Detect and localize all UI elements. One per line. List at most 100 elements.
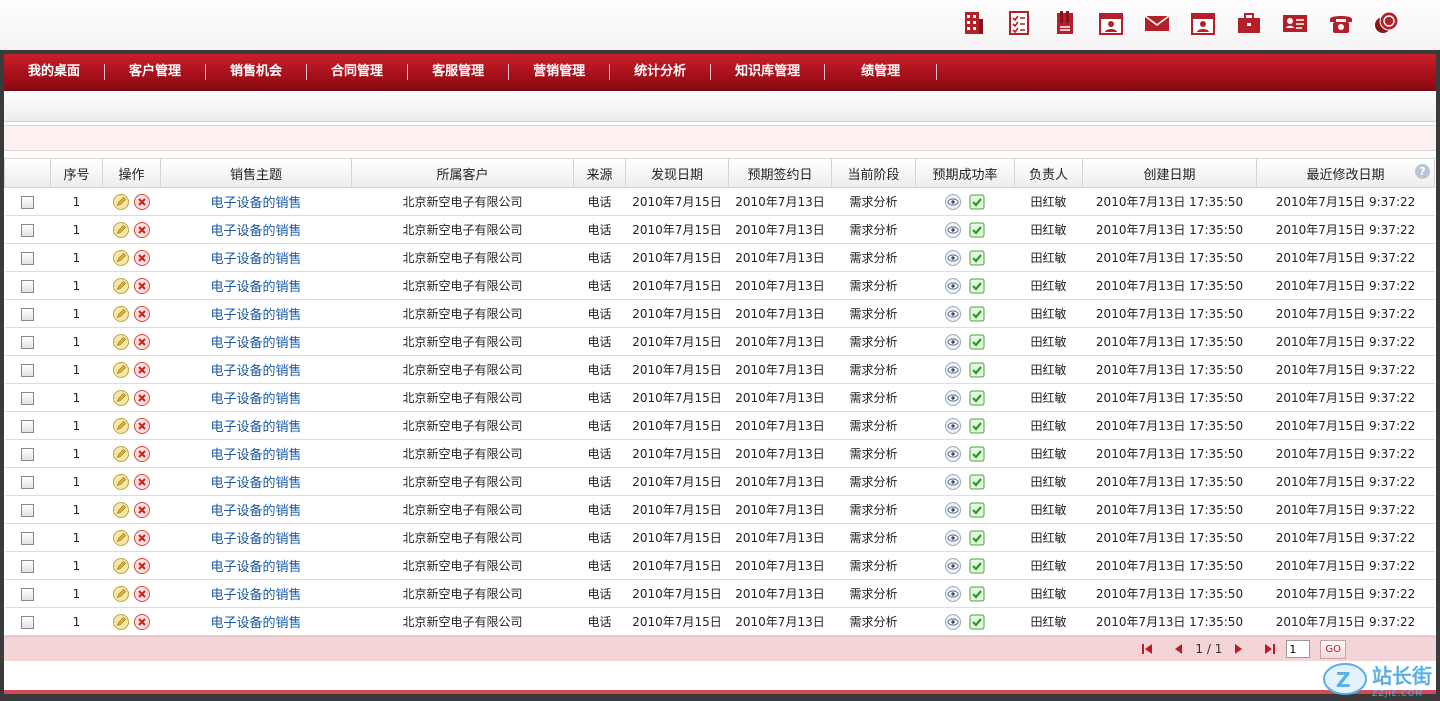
edit-pencil-icon[interactable] xyxy=(113,445,129,462)
column-header[interactable]: 发现日期 xyxy=(625,159,729,188)
view-eye-icon[interactable] xyxy=(945,473,961,490)
edit-pencil-icon[interactable] xyxy=(113,473,129,490)
column-header[interactable]: 销售主题 xyxy=(160,159,352,188)
edit-pencil-icon[interactable] xyxy=(113,305,129,322)
subject-link[interactable]: 电子设备的销售 xyxy=(210,392,301,407)
row-checkbox[interactable] xyxy=(21,559,34,573)
subject-link[interactable]: 电子设备的销售 xyxy=(210,252,301,267)
check-icon[interactable] xyxy=(969,222,985,238)
view-eye-icon[interactable] xyxy=(945,613,961,630)
check-icon[interactable] xyxy=(969,530,985,546)
row-checkbox[interactable] xyxy=(21,307,34,321)
edit-pencil-icon[interactable] xyxy=(113,529,129,546)
column-header[interactable]: 序号 xyxy=(50,159,103,188)
nav-opportunities[interactable]: 销售机会 xyxy=(206,64,308,80)
edit-pencil-icon[interactable] xyxy=(113,333,129,350)
delete-x-icon[interactable] xyxy=(134,277,150,294)
delete-x-icon[interactable] xyxy=(134,585,150,602)
subject-link[interactable]: 电子设备的销售 xyxy=(210,532,301,547)
page-number-input[interactable] xyxy=(1286,640,1311,658)
subject-link[interactable]: 电子设备的销售 xyxy=(210,504,301,519)
edit-pencil-icon[interactable] xyxy=(113,585,129,602)
delete-x-icon[interactable] xyxy=(134,613,150,630)
view-eye-icon[interactable] xyxy=(945,221,961,238)
edit-pencil-icon[interactable] xyxy=(113,277,129,294)
table-row[interactable]: 1 电子设备的销售 北京新空电子有限公司 电话 2010年7月15日 2010年7月13日… xyxy=(4,579,1435,608)
edit-pencil-icon[interactable] xyxy=(113,249,129,266)
check-icon[interactable] xyxy=(969,474,985,490)
view-eye-icon[interactable] xyxy=(945,193,961,210)
calendar-contact-icon[interactable] xyxy=(1188,8,1218,38)
subject-link[interactable]: 电子设备的销售 xyxy=(210,560,301,575)
view-eye-icon[interactable] xyxy=(945,361,961,378)
view-eye-icon[interactable] xyxy=(945,333,961,350)
check-icon[interactable] xyxy=(969,194,985,210)
edit-pencil-icon[interactable] xyxy=(113,501,129,518)
subject-link[interactable]: 电子设备的销售 xyxy=(210,364,301,379)
nav-contracts[interactable]: 合同管理 xyxy=(307,64,409,80)
column-header[interactable]: 所属客户 xyxy=(351,159,574,188)
delete-x-icon[interactable] xyxy=(134,557,150,574)
table-row[interactable]: 1 电子设备的销售 北京新空电子有限公司 电话 2010年7月15日 2010年7月13日… xyxy=(4,495,1435,524)
row-checkbox[interactable] xyxy=(21,447,34,461)
row-checkbox[interactable] xyxy=(21,419,34,433)
check-icon[interactable] xyxy=(969,502,985,518)
column-header-last-modified[interactable]: 最近修改日期? xyxy=(1256,159,1435,188)
view-eye-icon[interactable] xyxy=(945,417,961,434)
building-icon[interactable] xyxy=(958,8,988,38)
mail-icon[interactable] xyxy=(1142,8,1172,38)
table-row[interactable]: 1 电子设备的销售 北京新空电子有限公司 电话 2010年7月15日 2010年7月13日… xyxy=(4,215,1435,244)
nav-statistics[interactable]: 统计分析 xyxy=(610,64,712,80)
delete-x-icon[interactable] xyxy=(134,501,150,518)
view-eye-icon[interactable] xyxy=(945,305,961,322)
column-header[interactable]: 预期签约日 xyxy=(728,159,832,188)
view-eye-icon[interactable] xyxy=(945,529,961,546)
table-row[interactable]: 1 电子设备的销售 北京新空电子有限公司 电话 2010年7月15日 2010年7月13日… xyxy=(4,243,1435,272)
table-row[interactable]: 1 电子设备的销售 北京新空电子有限公司 电话 2010年7月15日 2010年7月13日… xyxy=(4,299,1435,328)
column-header[interactable]: 预期成功率 xyxy=(915,159,1015,188)
row-checkbox[interactable] xyxy=(21,391,34,405)
check-icon[interactable] xyxy=(969,586,985,602)
nav-customers[interactable]: 客户管理 xyxy=(105,64,207,80)
edit-pencil-icon[interactable] xyxy=(113,389,129,406)
document-icon[interactable] xyxy=(1050,8,1080,38)
subject-link[interactable]: 电子设备的销售 xyxy=(210,308,301,323)
edit-pencil-icon[interactable] xyxy=(113,613,129,630)
check-icon[interactable] xyxy=(969,334,985,350)
view-eye-icon[interactable] xyxy=(945,585,961,602)
table-row[interactable]: 1 电子设备的销售 北京新空电子有限公司 电话 2010年7月15日 2010年7月13日… xyxy=(4,355,1435,384)
row-checkbox[interactable] xyxy=(21,587,34,601)
subject-link[interactable]: 电子设备的销售 xyxy=(210,420,301,435)
help-icon[interactable]: ? xyxy=(1415,164,1430,179)
row-checkbox[interactable] xyxy=(21,363,34,377)
checklist-icon[interactable] xyxy=(1004,8,1034,38)
delete-x-icon[interactable] xyxy=(134,417,150,434)
view-eye-icon[interactable] xyxy=(945,501,961,518)
row-checkbox[interactable] xyxy=(21,223,34,237)
view-eye-icon[interactable] xyxy=(945,445,961,462)
subject-link[interactable]: 电子设备的销售 xyxy=(210,448,301,463)
row-checkbox[interactable] xyxy=(21,279,34,293)
delete-x-icon[interactable] xyxy=(134,389,150,406)
first-page-icon[interactable] xyxy=(1141,643,1153,655)
row-checkbox[interactable] xyxy=(21,195,34,209)
calendar-user-icon[interactable] xyxy=(1096,8,1126,38)
view-eye-icon[interactable] xyxy=(945,249,961,266)
nav-marketing[interactable]: 营销管理 xyxy=(509,64,611,80)
edit-pencil-icon[interactable] xyxy=(113,221,129,238)
table-row[interactable]: 1 电子设备的销售 北京新空电子有限公司 电话 2010年7月15日 2010年7月13日… xyxy=(4,439,1435,468)
table-row[interactable]: 1 电子设备的销售 北京新空电子有限公司 电话 2010年7月15日 2010年7月13日… xyxy=(4,607,1435,636)
nav-performance[interactable]: 绩管理 xyxy=(825,64,938,80)
delete-x-icon[interactable] xyxy=(134,361,150,378)
check-icon[interactable] xyxy=(969,418,985,434)
check-icon[interactable] xyxy=(969,306,985,322)
nav-service[interactable]: 客服管理 xyxy=(408,64,510,80)
go-button[interactable]: GO xyxy=(1320,639,1346,659)
delete-x-icon[interactable] xyxy=(134,221,150,238)
last-page-icon[interactable] xyxy=(1264,643,1276,655)
subject-link[interactable]: 电子设备的销售 xyxy=(210,616,301,631)
table-row[interactable]: 1 电子设备的销售 北京新空电子有限公司 电话 2010年7月15日 2010年7月13日… xyxy=(4,551,1435,580)
subject-link[interactable]: 电子设备的销售 xyxy=(210,224,301,239)
column-header[interactable]: 操作 xyxy=(102,159,161,188)
coins-icon[interactable] xyxy=(1372,8,1402,38)
